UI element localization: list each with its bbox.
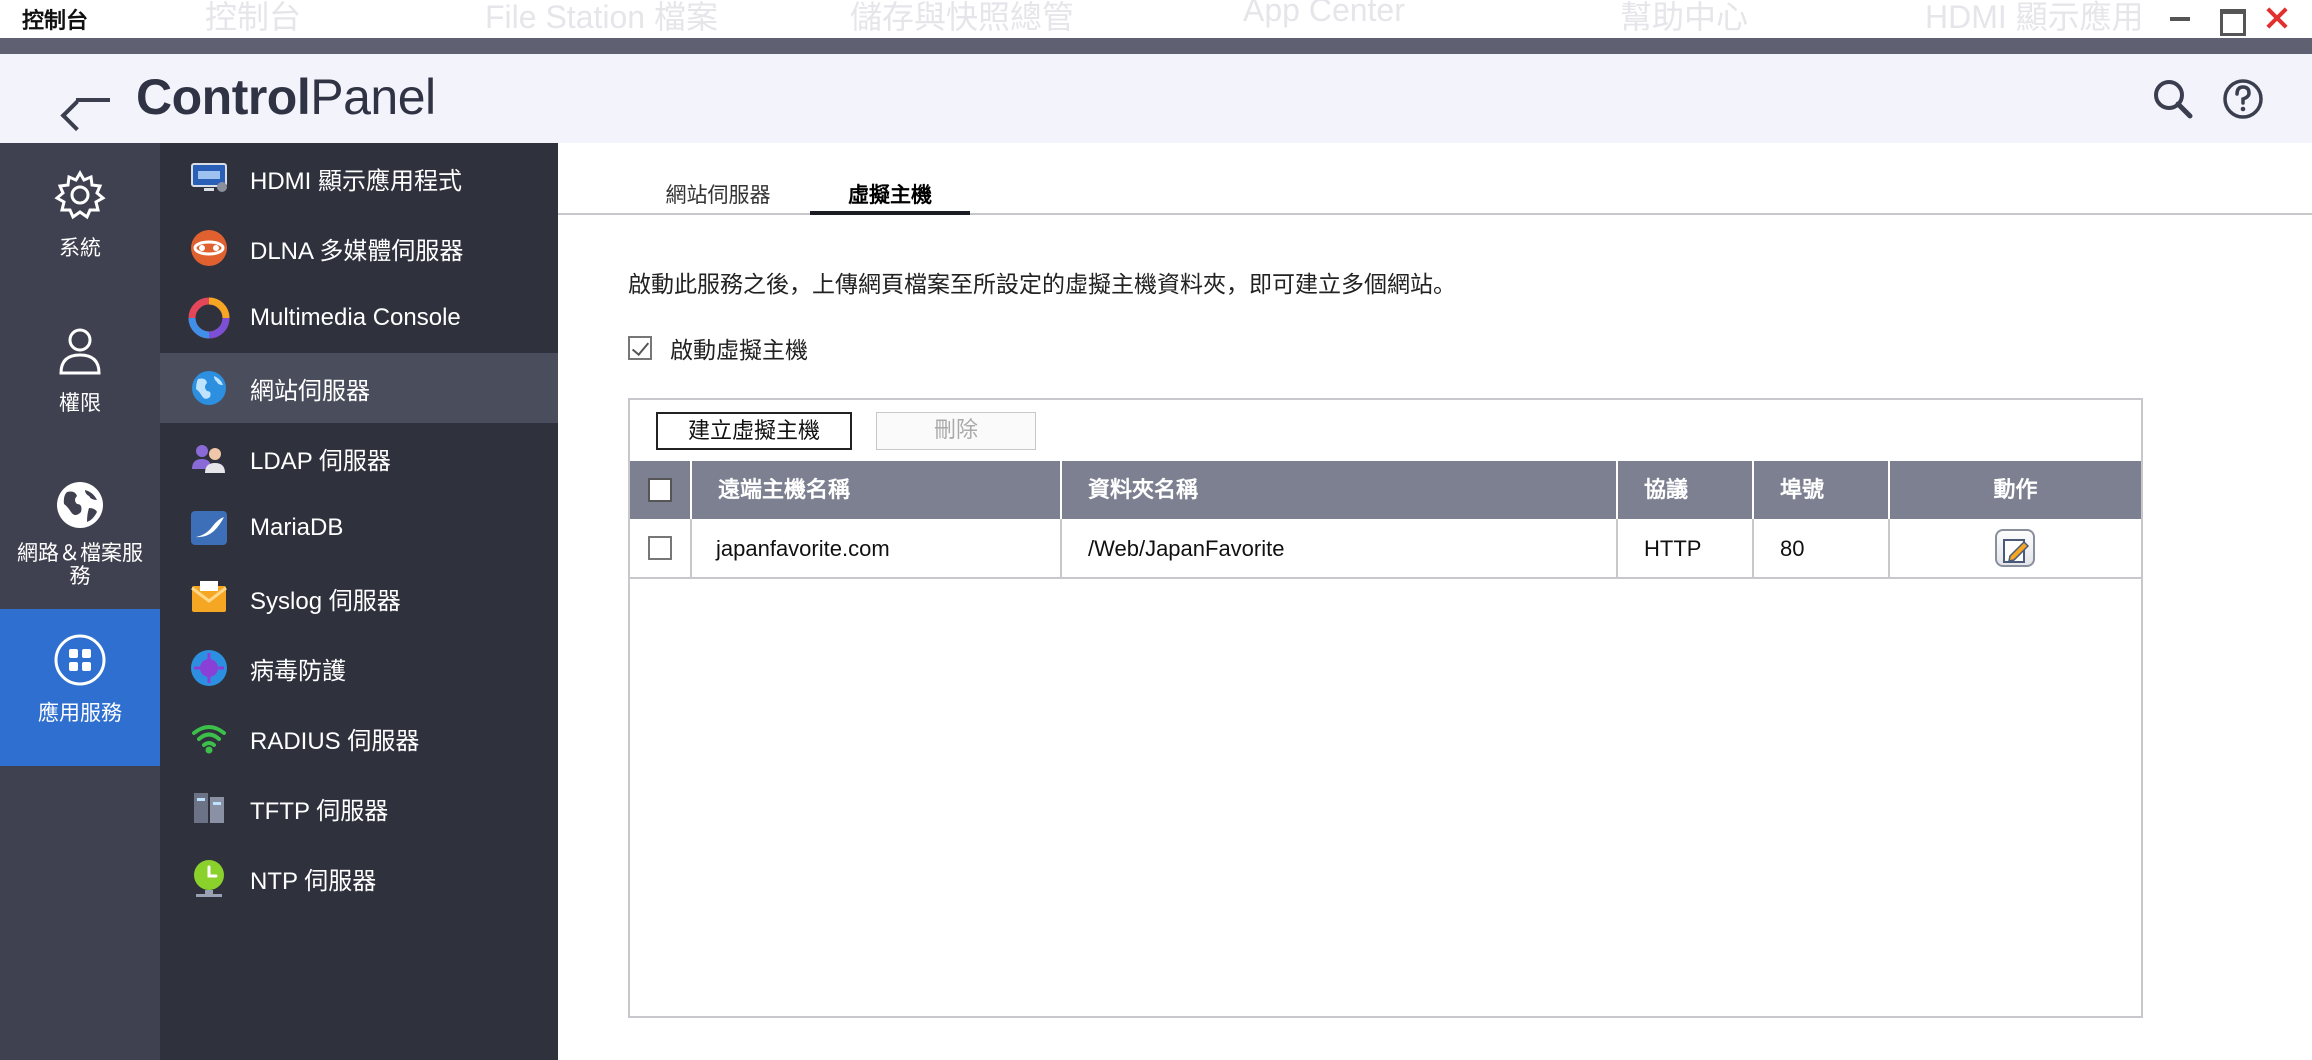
subnav-item-web-server[interactable]: 網站伺服器 [160, 353, 558, 423]
subnav-item-label: RADIUS 伺服器 [250, 727, 420, 755]
subnav-item-hdmi[interactable]: HDMI 顯示應用程式 [160, 143, 558, 213]
taskbar-tab[interactable]: HDMI 顯示應用 [1925, 0, 2144, 38]
subnav-item-multimedia[interactable]: Multimedia Console [160, 283, 558, 353]
enable-virtual-host-checkbox[interactable] [628, 336, 652, 360]
column-header-folder[interactable]: 資料夾名稱 [1062, 461, 1618, 519]
minimize-icon[interactable] [2165, 4, 2195, 34]
search-icon[interactable] [2150, 76, 2196, 122]
close-icon[interactable] [2262, 4, 2292, 34]
row-checkbox[interactable] [648, 536, 672, 560]
window-titlebar: 控制台 控制台 File Station 檔案 儲存與快照總管 App Cent… [0, 0, 2312, 38]
window-title: 控制台 [22, 8, 89, 33]
column-header-port[interactable]: 埠號 [1754, 461, 1890, 519]
service-subnav: HDMI 顯示應用程式 DLNA 多媒體伺服器 Multimedia Conso… [160, 143, 558, 1060]
rail-item-label: 權限 [59, 392, 101, 415]
subnav-item-mariadb[interactable]: MariaDB [160, 493, 558, 563]
subnav-item-label: NTP 伺服器 [250, 867, 377, 895]
ldap-users-icon [188, 437, 230, 479]
app-header: ControlPanel [0, 54, 2312, 143]
subnav-item-tftp[interactable]: TFTP 伺服器 [160, 773, 558, 843]
subnav-item-antivirus[interactable]: 病毒防護 [160, 633, 558, 703]
maximize-icon[interactable] [2215, 4, 2246, 36]
subnav-item-syslog[interactable]: Syslog 伺服器 [160, 563, 558, 633]
column-header-host[interactable]: 遠端主機名稱 [692, 461, 1062, 519]
taskbar-tab[interactable]: 儲存與快照總管 [850, 0, 1074, 38]
column-header-protocol[interactable]: 協議 [1618, 461, 1754, 519]
subnav-item-label: HDMI 顯示應用程式 [250, 167, 462, 195]
category-rail: 系統 權限 網路＆檔案服務 應用服務 [0, 143, 160, 1060]
brand-light: Panel [310, 69, 436, 125]
main-content: 網站伺服器 虛擬主機 啟動此服務之後，上傳網頁檔案至所設定的虛擬主機資料夾，即可… [558, 143, 2312, 1060]
edit-icon[interactable] [1995, 529, 2035, 567]
user-icon [53, 323, 107, 377]
ntp-clock-icon [188, 857, 230, 899]
dlna-icon [188, 227, 230, 269]
brand-bold: Control [136, 69, 311, 125]
rail-item-label: 應用服務 [38, 702, 122, 725]
rail-item-privilege[interactable]: 權限 [0, 323, 160, 453]
subnav-item-ntp[interactable]: NTP 伺服器 [160, 843, 558, 913]
gear-icon [53, 168, 107, 222]
tab-web-server[interactable]: 網站伺服器 [638, 179, 798, 215]
rail-item-applications[interactable]: 應用服務 [0, 609, 160, 766]
globe-icon [53, 478, 107, 532]
syslog-envelope-icon [188, 577, 230, 619]
enable-virtual-host-row[interactable]: 啟動虛擬主機 [628, 331, 808, 365]
virtual-host-panel: 建立虛擬主機 刪除 遠端主機名稱 資料夾名稱 協議 埠號 動作 japanfav… [628, 398, 2143, 1018]
app-brand: ControlPanel [136, 68, 436, 126]
rail-item-label: 系統 [59, 237, 101, 260]
rail-item-network[interactable]: 網路＆檔案服務 [0, 478, 160, 608]
action-cell [1890, 519, 2141, 579]
select-all-checkbox[interactable] [648, 478, 672, 502]
subnav-item-dlna[interactable]: DLNA 多媒體伺服器 [160, 213, 558, 283]
subnav-item-label: 網站伺服器 [250, 377, 370, 405]
subnav-item-label: MariaDB [250, 514, 344, 541]
subnav-item-label: LDAP 伺服器 [250, 447, 391, 475]
back-arrow-icon[interactable] [74, 82, 112, 118]
subnav-item-label: 病毒防護 [250, 657, 346, 685]
taskbar-tab[interactable]: 控制台 [205, 0, 301, 38]
taskbar-tab[interactable]: File Station 檔案 [485, 0, 718, 38]
create-virtual-host-button[interactable]: 建立虛擬主機 [656, 412, 852, 450]
radius-wifi-icon [188, 717, 230, 759]
protocol-cell: HTTP [1618, 519, 1754, 579]
mariadb-icon [188, 507, 230, 549]
taskbar-tab[interactable]: 幫助中心 [1620, 0, 1748, 38]
table-header: 遠端主機名稱 資料夾名稱 協議 埠號 動作 [630, 461, 2141, 519]
delete-button[interactable]: 刪除 [876, 412, 1036, 450]
host-cell: japanfavorite.com [692, 519, 1062, 579]
tab-virtual-host[interactable]: 虛擬主機 [810, 179, 970, 215]
multimedia-ring-icon [188, 297, 230, 339]
subnav-item-label: TFTP 伺服器 [250, 797, 389, 825]
table-row[interactable]: japanfavorite.com /Web/JapanFavorite HTT… [630, 519, 2141, 579]
column-header-action: 動作 [1993, 477, 2038, 502]
row-select-cell [630, 519, 692, 579]
antivirus-icon [188, 647, 230, 689]
help-icon[interactable] [2220, 76, 2266, 122]
folder-cell: /Web/JapanFavorite [1062, 519, 1618, 579]
subnav-item-label: Multimedia Console [250, 304, 461, 331]
tab-bar: 網站伺服器 虛擬主機 [558, 143, 2312, 215]
subnav-item-radius[interactable]: RADIUS 伺服器 [160, 703, 558, 773]
description-text: 啟動此服務之後，上傳網頁檔案至所設定的虛擬主機資料夾，即可建立多個網站。 [628, 271, 1456, 297]
apps-grid-icon [53, 633, 107, 687]
select-all-cell [630, 461, 692, 519]
rail-item-system[interactable]: 系統 [0, 168, 160, 298]
subnav-item-label: DLNA 多媒體伺服器 [250, 237, 464, 265]
web-globe-icon [188, 367, 230, 409]
taskbar-tab[interactable]: App Center [1243, 0, 1405, 29]
hdmi-monitor-icon [188, 157, 230, 199]
port-cell: 80 [1754, 519, 1890, 579]
subnav-item-ldap[interactable]: LDAP 伺服器 [160, 423, 558, 493]
tftp-server-icon [188, 787, 230, 829]
accent-bar [0, 38, 2312, 54]
rail-item-label: 網路＆檔案服務 [17, 542, 143, 588]
enable-virtual-host-label: 啟動虛擬主機 [670, 337, 808, 363]
subnav-item-label: Syslog 伺服器 [250, 587, 401, 615]
